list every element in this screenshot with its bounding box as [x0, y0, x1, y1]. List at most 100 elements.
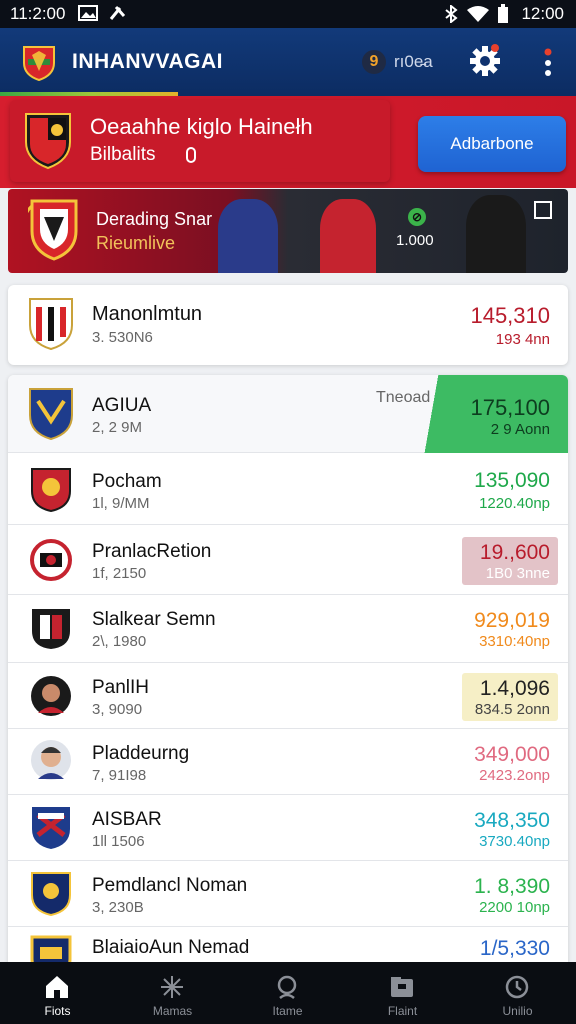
list-item-name: Pocham: [92, 471, 162, 492]
list-item-value: 175,100: [470, 395, 550, 420]
list-item-value-sub: 2423.2onp: [479, 767, 550, 784]
list-item-value-sub: 1220.40np: [479, 495, 550, 512]
list-item-sub: 1l, 9/MM: [92, 495, 150, 512]
status-bar: 11:2:00 12:00: [0, 0, 576, 28]
banner-crest-icon: [28, 199, 78, 261]
coin-balance: rı0e̵a: [394, 52, 433, 71]
nav-label: Mamas: [152, 1004, 193, 1018]
nav-item-clock[interactable]: Unilio: [460, 962, 575, 1024]
score-icon: ⊘: [408, 208, 426, 226]
list-item[interactable]: PranlacRetion 1f, 2150 19.,600 1B0 3nne: [8, 525, 568, 595]
nav-item-home[interactable]: Fiots: [0, 962, 115, 1024]
status-time-right: 12:00: [521, 4, 564, 23]
list-item-value-sub: 1B0 3nne: [485, 565, 550, 582]
list-item[interactable]: Pemdlancl Noman 3, 230B 1. 8,390 2200 10…: [8, 861, 568, 927]
list-item-name: Pemdlancl Noman: [92, 875, 248, 896]
app-bar: INHANVVAGAI 9 rı0e̵a: [0, 28, 576, 96]
list-item-value: 1. 8,390: [474, 875, 550, 898]
banner-value: 1.000: [396, 232, 434, 249]
expand-icon[interactable]: [534, 201, 552, 219]
promo-banner[interactable]: Derading Snar Rieumlive ⊘ 1.000: [8, 189, 568, 273]
notification-dot: [491, 44, 499, 52]
club-crest-icon: [31, 872, 71, 917]
primary-action-button[interactable]: Adbarbone: [418, 116, 566, 172]
list-item-name: AISBAR: [92, 809, 162, 830]
mouse-icon: [186, 147, 196, 163]
list-item-name: PranlacRetion: [92, 541, 212, 562]
club-crest-icon: [29, 388, 73, 441]
gallery-icon: [78, 5, 98, 21]
tools-icon: [109, 6, 126, 20]
list-item-sub: 3, 230B: [92, 899, 144, 916]
list-item-sub: 1ll 1506: [92, 833, 145, 850]
list-item-value-sub: 2 9 Aonn: [490, 421, 550, 438]
list-item-name: Slalkear Semn: [92, 609, 216, 630]
featured-name: Manonlmtun: [92, 303, 203, 325]
featured-sub: 3. 530N6: [92, 329, 153, 346]
wifi-icon: [467, 6, 489, 22]
nav-item-matches[interactable]: Mamas: [115, 962, 230, 1024]
search-icon: [277, 975, 297, 999]
banner-title: Derading Snar: [96, 209, 213, 229]
app-title: INHANVVAGAI: [72, 50, 223, 73]
list-item-value-sub: 834.5 2onn: [474, 701, 550, 718]
status-time: 11:2:00: [10, 4, 66, 23]
list-item-value-sub: 3730.40np: [479, 833, 550, 850]
profile-title: Oeaahhe kiglo Hainełh: [90, 114, 313, 139]
home-icon: [46, 976, 68, 998]
list-item-sub: 2\, 1980: [92, 633, 147, 650]
bottom-navigation: Fiots Mamas Itame Flaint Unilio: [0, 962, 576, 1024]
player-avatar-icon: [31, 676, 71, 716]
nav-label: Itame: [272, 1004, 303, 1018]
list-item-value-sub: 3310:40np: [479, 633, 550, 650]
featured-row[interactable]: Manonlmtun 3. 530N6 145,310 193 4nn: [8, 285, 568, 365]
folder-icon: [391, 977, 413, 997]
featured-value: 145,310: [470, 303, 550, 328]
list-item-sub: 2, 2 9M: [92, 419, 143, 436]
list-item-name: AGIUA: [92, 395, 152, 416]
nav-item-search[interactable]: Itame: [230, 962, 345, 1024]
list-item-sub: 7, 91I98: [92, 767, 147, 784]
nav-item-folder[interactable]: Flaint: [345, 962, 460, 1024]
more-menu-icon[interactable]: [540, 48, 556, 78]
nav-label: Fiots: [44, 1004, 71, 1018]
player-figure: [466, 195, 526, 273]
player-avatar-icon: [31, 740, 71, 780]
player-figure: [218, 199, 278, 273]
star-icon: [161, 976, 183, 998]
profile-subtitle: Bilbalits: [90, 144, 156, 165]
list-item-name: PanlIH: [92, 677, 150, 698]
list-item[interactable]: Pladdeurng 7, 91I98 349,000 2423.2onp: [8, 729, 568, 795]
list-item-value: 135,090: [474, 469, 550, 492]
club-crest-icon: [32, 807, 70, 849]
club-crest-icon: [30, 539, 72, 581]
list-item[interactable]: AISBAR 1ll 1506 348,350 3730.40np: [8, 795, 568, 861]
list-item-sub: 3, 9090: [92, 701, 143, 718]
list-item[interactable]: Pocham 1l, 9/MM 135,090 1220.40np: [8, 453, 568, 525]
list-item[interactable]: PanlIH 3, 9090 1.4,096 834.5 2onn: [8, 663, 568, 729]
coin-icon[interactable]: 9: [362, 50, 386, 74]
list-item-value-sub: 2200 10np: [479, 899, 550, 916]
list-item[interactable]: AGIUA 2, 2 9M Tneoad 175,100 2 9 Aonn: [8, 375, 568, 453]
club-crest-icon: [31, 468, 71, 513]
clock-icon: [505, 975, 529, 999]
player-figure: [320, 199, 376, 273]
list-item-name: Pladdeurng: [92, 743, 190, 764]
profile-card[interactable]: Oeaahhe kiglo Hainełh Bilbalits: [10, 100, 390, 182]
club-crest-icon: [32, 609, 70, 649]
bluetooth-icon: [445, 5, 458, 23]
banner-subtitle: Rieumlive: [96, 233, 176, 253]
list-item-value: 1/5,330: [479, 937, 550, 960]
list-item-value: 929,019: [474, 609, 550, 632]
nav-label: Unilio: [502, 1004, 533, 1018]
app-logo-icon: [23, 46, 55, 81]
featured-value-sub: 193 4nn: [495, 331, 550, 348]
list-item[interactable]: Slalkear Semn 2\, 1980 929,019 3310:40np: [8, 595, 568, 663]
battery-icon: [498, 4, 508, 23]
club-crest-icon: [29, 298, 73, 351]
list-item-sub: 1f, 2150: [92, 565, 147, 582]
ranking-list: AGIUA 2, 2 9M Tneoad 175,100 2 9 Aonn Po…: [8, 375, 568, 975]
trend-label: Tneoad: [376, 389, 431, 406]
club-crest-icon: [25, 113, 71, 170]
list-item-value: 348,350: [474, 809, 550, 832]
